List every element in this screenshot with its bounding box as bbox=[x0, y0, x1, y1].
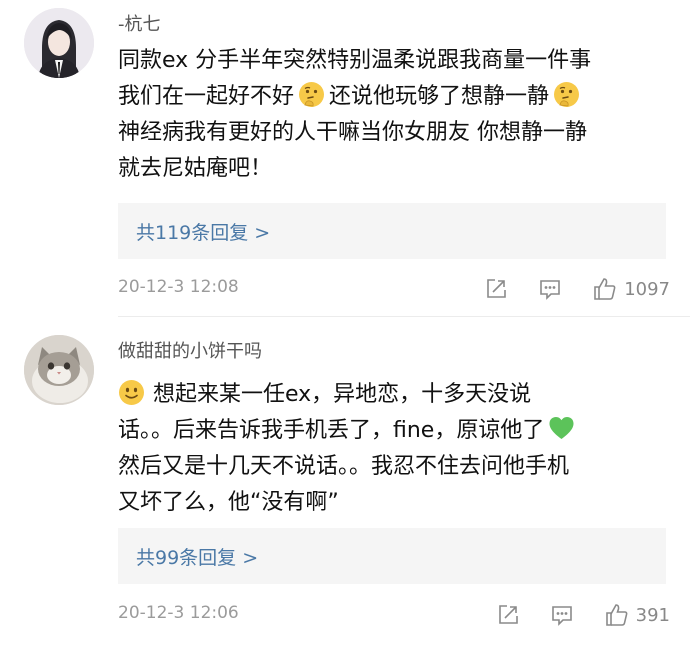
like-count: 391 bbox=[635, 604, 670, 626]
green-heart-emoji bbox=[548, 415, 575, 442]
comment-button[interactable] bbox=[538, 277, 562, 301]
comment-line: 我们在一起好不好 bbox=[118, 84, 295, 109]
comment-icon bbox=[550, 603, 574, 627]
smiling-face-emoji bbox=[118, 379, 145, 406]
like-button[interactable]: 391 bbox=[604, 602, 670, 628]
replies-label: 共99条回复 > bbox=[136, 546, 259, 569]
comment-actions: 391 bbox=[466, 602, 670, 628]
comment-actions: 1097 bbox=[454, 276, 670, 302]
comment-line: 然后又是十几天不说话。。我忍不住去问他手机 bbox=[118, 454, 570, 479]
replies-label: 共119条回复 > bbox=[136, 221, 271, 244]
comment-line: 话。。后来告诉我手机丢了，fine，原谅他了 bbox=[118, 418, 545, 443]
comment-meta: 20-12-3 12:08 1097 bbox=[118, 276, 670, 300]
timestamp: 20-12-3 12:06 bbox=[118, 603, 239, 623]
username[interactable]: -杭七 bbox=[118, 10, 161, 36]
comment-line: 又坏了么，他“没有啊” bbox=[118, 490, 339, 515]
view-replies-button[interactable]: 共99条回复 > bbox=[118, 528, 666, 584]
avatar[interactable] bbox=[24, 335, 94, 405]
comment-meta: 20-12-3 12:06 391 bbox=[118, 602, 670, 626]
comment-button[interactable] bbox=[550, 603, 574, 627]
view-replies-button[interactable]: 共119条回复 > bbox=[118, 203, 666, 259]
comment-line: 同款ex 分手半年突然特别温柔说跟我商量一件事 bbox=[118, 48, 592, 73]
comment-line-group: 我们在一起好不好 还说他玩够了想静一静 bbox=[118, 79, 674, 115]
comment-text: 同款ex 分手半年突然特别温柔说跟我商量一件事 我们在一起好不好 还说他玩够了想静… bbox=[118, 43, 674, 187]
share-icon bbox=[496, 603, 520, 627]
like-count: 1097 bbox=[624, 278, 670, 300]
share-button[interactable] bbox=[496, 603, 520, 627]
comment-item: 做甜甜的小饼干吗 想起来某一任ex，异地恋，十多天没说 话。。后来告诉我手机丢了… bbox=[0, 318, 690, 648]
thumbs-up-icon bbox=[592, 276, 618, 302]
avatar[interactable] bbox=[24, 8, 94, 78]
divider bbox=[118, 316, 690, 317]
share-button[interactable] bbox=[484, 277, 508, 301]
share-icon bbox=[484, 277, 508, 301]
thinking-face-emoji bbox=[298, 81, 325, 108]
comment-line: 就去尼姑庵吧！ bbox=[118, 156, 273, 181]
comment-icon bbox=[538, 277, 562, 301]
comment-item: -杭七 同款ex 分手半年突然特别温柔说跟我商量一件事 我们在一起好不好 还说他玩… bbox=[0, 0, 690, 316]
comment-line: 还说他玩够了想静一静 bbox=[329, 84, 550, 109]
thinking-face-emoji bbox=[553, 81, 580, 108]
timestamp: 20-12-3 12:08 bbox=[118, 277, 239, 297]
comment-line-group: 话。。后来告诉我手机丢了，fine，原谅他了 bbox=[118, 413, 674, 449]
thumbs-up-icon bbox=[604, 602, 630, 628]
comment-line: 神经病我有更好的人干嘛当你女朋友 你想静一静 bbox=[118, 120, 587, 145]
like-button[interactable]: 1097 bbox=[592, 276, 670, 302]
username[interactable]: 做甜甜的小饼干吗 bbox=[118, 337, 262, 363]
comment-line: 想起来某一任ex，异地恋，十多天没说 bbox=[153, 382, 532, 407]
comment-line-group: 想起来某一任ex，异地恋，十多天没说 bbox=[118, 377, 674, 413]
comment-text: 想起来某一任ex，异地恋，十多天没说 话。。后来告诉我手机丢了，fine，原谅他… bbox=[118, 377, 674, 521]
